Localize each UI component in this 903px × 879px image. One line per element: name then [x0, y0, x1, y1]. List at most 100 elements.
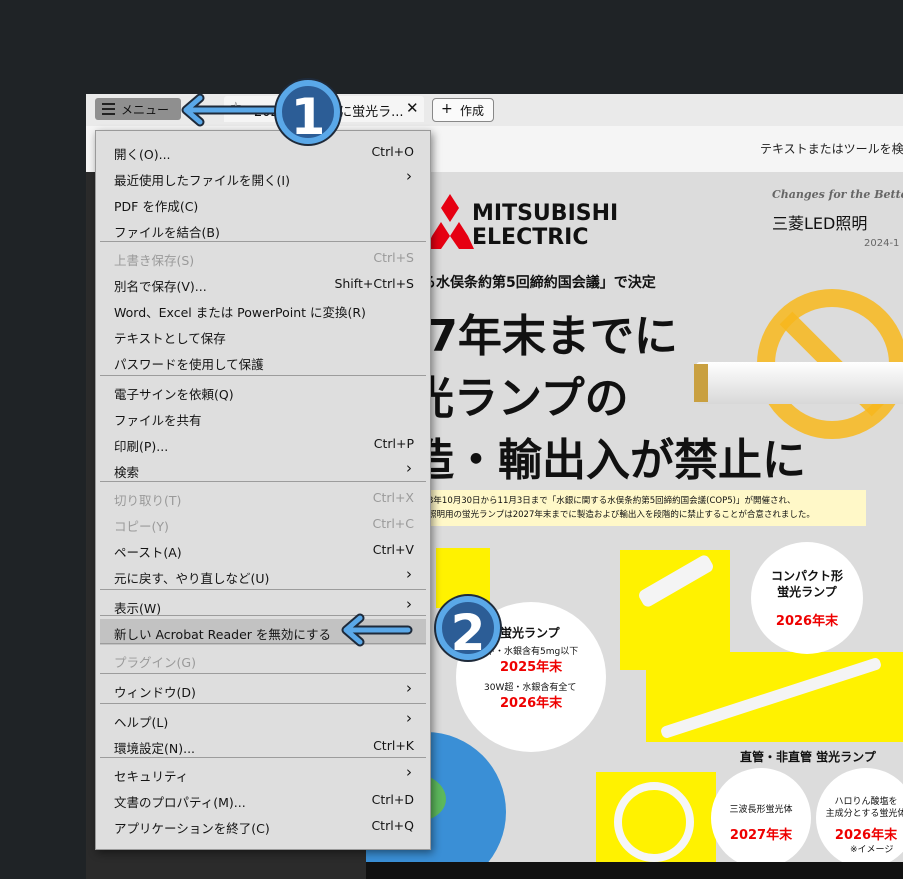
header-right: 三菱LED照明 — [772, 214, 868, 233]
straight-info-circle-1 — [711, 768, 811, 868]
menu-item-shortcut: Ctrl+K — [373, 738, 414, 753]
menu-item-label: コピー(Y) — [114, 519, 169, 534]
pdf-page: MITSUBISHI ELECTRIC Changes for the Bette… — [366, 172, 903, 879]
menu-item-label: 印刷(P)... — [114, 439, 169, 454]
step-1-badge: 1 — [276, 80, 340, 146]
menu-item[interactable]: PDF を作成(C) — [100, 191, 426, 217]
menu-item-shortcut: Ctrl+P — [373, 436, 414, 451]
menu-item[interactable]: テキストとして保存 — [100, 323, 426, 349]
menu-item-label: Word、Excel または PowerPoint に変換(R) — [114, 305, 366, 320]
menu-item-label: 切り取り(T) — [114, 493, 182, 508]
menu-item-label: 電子サインを依頼(Q) — [114, 387, 234, 402]
menu-item[interactable]: 開く(O)... Ctrl+O — [100, 139, 426, 165]
menu-item: コピー(Y) Ctrl+C — [100, 511, 426, 537]
menu-item[interactable]: ペースト(A) Ctrl+V — [100, 537, 426, 563]
menu-separator — [100, 375, 426, 376]
notice-line-1: 3年10月30日から11月3日まで「水銀に関する水俣条約第5回締約国会議(COP… — [428, 496, 796, 506]
menu-item-label: プラグイン(G) — [114, 655, 196, 670]
menu-separator — [100, 481, 426, 482]
menu-item[interactable]: ヘルプ(L) › — [100, 707, 426, 733]
menu-item[interactable]: 印刷(P)... Ctrl+P — [100, 431, 426, 457]
menu-item-label: 上書き保存(S) — [114, 253, 195, 268]
menu-item-label: 環境設定(N)... — [114, 741, 196, 756]
menu-button-label: メニュー — [121, 103, 170, 117]
menu-item-label: アプリケーションを終了(C) — [114, 821, 270, 836]
compact-title: コンパクト形 蛍光ランプ — [770, 569, 843, 599]
ring-year-1: 2025年末 — [500, 660, 563, 675]
menu-item[interactable]: 別名で保存(V)... Shift+Ctrl+S — [100, 271, 426, 297]
menu-item-label: 元に戻す、やり直しなど(U) — [114, 571, 270, 586]
menu-item: 切り取り(T) Ctrl+X — [100, 485, 426, 511]
menu-item-label: ファイルを結合(B) — [114, 225, 220, 240]
menu-item-label: ウィンドウ(D) — [114, 685, 196, 700]
menu-item[interactable]: ファイルを共有 — [100, 405, 426, 431]
menu-item: 上書き保存(S) Ctrl+S — [100, 245, 426, 271]
submenu-chevron-icon: › — [406, 763, 412, 781]
straight-year-2: 2026年末 — [834, 828, 898, 843]
mitsubishi-logo-icon — [426, 194, 474, 249]
menu-item[interactable]: ファイルを結合(B) — [100, 217, 426, 243]
submenu-chevron-icon: › — [406, 459, 412, 477]
close-tab-icon[interactable]: ✕ — [406, 99, 419, 117]
menu-separator — [100, 589, 426, 590]
menu-item-label: 最近使用したファイルを開く(I) — [114, 173, 290, 188]
create-button[interactable]: + 作成 — [432, 98, 494, 122]
plus-icon: + — [441, 101, 453, 117]
menu-item[interactable]: 検索 › — [100, 457, 426, 483]
menu-separator — [100, 673, 426, 674]
menu-item-label: パスワードを使用して保護 — [114, 357, 264, 372]
menu-item-label: ファイルを共有 — [114, 413, 202, 428]
menu-item[interactable]: パスワードを使用して保護 — [100, 349, 426, 375]
menu-item-label: 新しい Acrobat Reader を無効にする — [114, 627, 331, 642]
menu-item-shortcut: Ctrl+C — [372, 516, 414, 531]
straight-year-1: 2027年末 — [729, 828, 793, 843]
ring-lamp-image — [614, 782, 694, 862]
tube-image — [696, 362, 903, 404]
main-menu-dropdown: 開く(O)... Ctrl+O 最近使用したファイルを開く(I) › PDF を作成(C… — [95, 130, 431, 850]
menu-button[interactable]: メニュー — [95, 98, 181, 120]
straight-sub-1: 三波長形蛍光体 — [729, 805, 793, 815]
tagline: Changes for the Better — [772, 188, 903, 201]
menu-item[interactable]: 文書のプロパティ(M)... Ctrl+D — [100, 787, 426, 813]
menu-item-label: ヘルプ(L) — [114, 715, 169, 730]
menu-item-label: ペースト(A) — [114, 545, 182, 560]
annotation-arrow-1 — [181, 93, 279, 127]
menu-item-shortcut: Ctrl+S — [373, 250, 414, 265]
menu-item[interactable]: 環境設定(N)... Ctrl+K — [100, 733, 426, 759]
menu-separator — [100, 757, 426, 758]
menu-item[interactable]: 元に戻す、やり直しなど(U) › — [100, 563, 426, 589]
submenu-chevron-icon: › — [406, 565, 412, 583]
headline-line-3: 製造・輸出入が禁止に — [366, 435, 806, 486]
menu-item-shortcut: Ctrl+O — [371, 144, 414, 159]
menu-item-label: 検索 — [114, 465, 140, 480]
menu-item[interactable]: Word、Excel または PowerPoint に変換(R) — [100, 297, 426, 323]
brand-name: MITSUBISHI ELECTRIC — [472, 201, 619, 250]
menu-separator — [100, 241, 426, 242]
menu-item-shortcut: Shift+Ctrl+S — [334, 276, 414, 291]
menu-item[interactable]: セキュリティ › — [100, 761, 426, 787]
annotation-arrow-2 — [341, 613, 413, 647]
menu-item-shortcut: Ctrl+Q — [371, 818, 414, 833]
menu-item-label: セキュリティ — [114, 769, 189, 784]
tool-search-field[interactable]: テキストまたはツールを検索 — [760, 140, 903, 157]
image-note: ※イメージ — [850, 845, 894, 855]
menu-item-label: 文書のプロパティ(M)... — [114, 795, 246, 810]
menu-item-shortcut: Ctrl+X — [372, 490, 414, 505]
menu-item-label: テキストとして保存 — [114, 331, 226, 346]
compact-year: 2026年末 — [775, 614, 839, 629]
menu-item[interactable]: ウィンドウ(D) › — [100, 677, 426, 703]
submenu-chevron-icon: › — [406, 679, 412, 697]
menu-item-shortcut: Ctrl+V — [372, 542, 414, 557]
notice-line-2: 照明用の蛍光ランプは2027年末までに製造および輸出入を段階的に禁止することが合… — [428, 510, 815, 520]
menu-separator — [100, 703, 426, 704]
submenu-chevron-icon: › — [406, 167, 412, 185]
menu-item-label: 別名で保存(V)... — [114, 279, 207, 294]
menu-item[interactable]: 電子サインを依頼(Q) — [100, 379, 426, 405]
submenu-chevron-icon: › — [406, 709, 412, 727]
straight-title: 直管・非直管 蛍光ランプ — [740, 750, 876, 764]
menu-item-label: PDF を作成(C) — [114, 199, 199, 214]
menu-item: プラグイン(G) — [100, 647, 426, 673]
menu-item[interactable]: アプリケーションを終了(C) Ctrl+Q — [100, 813, 426, 839]
menu-item-shortcut: Ctrl+D — [371, 792, 414, 807]
menu-item[interactable]: 最近使用したファイルを開く(I) › — [100, 165, 426, 191]
